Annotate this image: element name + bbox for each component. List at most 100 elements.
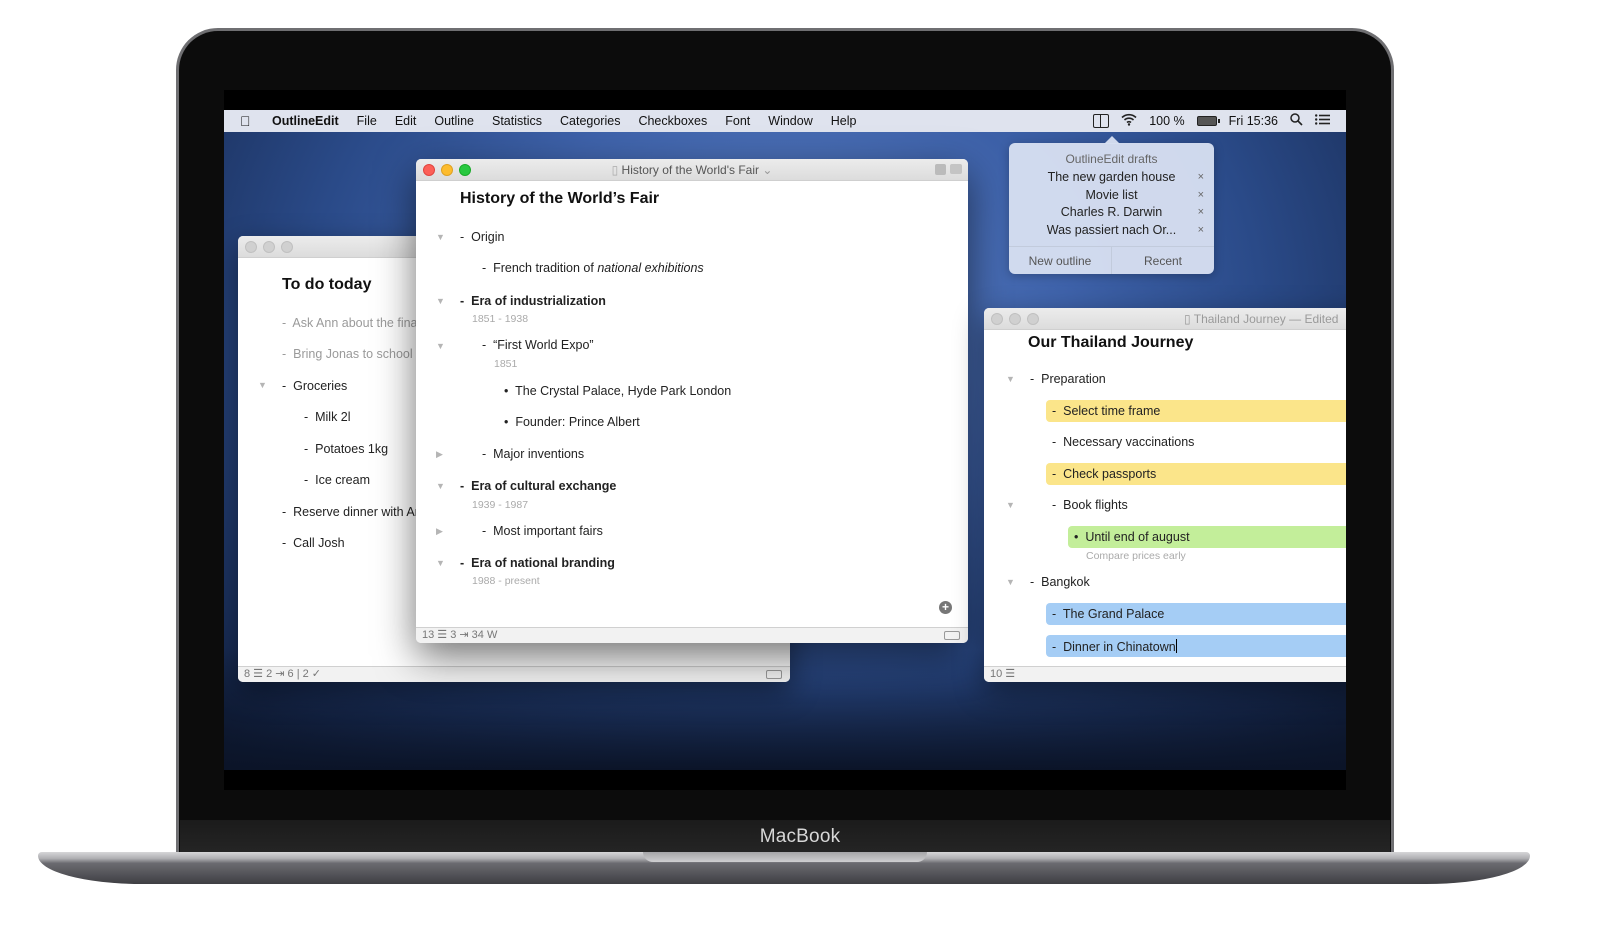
todo-row[interactable]: - Ice cream xyxy=(304,473,370,487)
outline-row[interactable]: - Bangkok xyxy=(1030,575,1090,589)
outline-row[interactable]: - Preparation xyxy=(1030,372,1106,386)
menu-font[interactable]: Font xyxy=(725,114,750,128)
close-icon[interactable]: × xyxy=(1198,204,1204,222)
row-note: 1988 - present xyxy=(472,575,540,587)
todo-row-text: Potatoes 1kg xyxy=(315,442,389,456)
outline-row[interactable]: - Necessary vaccinations xyxy=(1052,435,1194,449)
outline-row[interactable]: - Era of national branding xyxy=(460,556,615,570)
disclosure-triangle-icon[interactable]: ▼ xyxy=(436,481,445,491)
menu-categories[interactable]: Categories xyxy=(560,114,620,128)
outline-row[interactable]: - Origin xyxy=(460,230,504,244)
row-text: Until end of august xyxy=(1085,530,1190,544)
wifi-icon[interactable] xyxy=(1121,113,1137,129)
outline-row[interactable]: - Select time frame xyxy=(1052,404,1160,418)
close-icon[interactable]: × xyxy=(1198,187,1204,205)
drafts-popover: OutlineEdit drafts The new garden house ×… xyxy=(1009,136,1214,274)
todo-row[interactable]: - Reserve dinner with An xyxy=(282,505,422,519)
menu-edit[interactable]: Edit xyxy=(395,114,417,128)
brand-label: MacBook xyxy=(759,826,841,847)
recent-button[interactable]: Recent xyxy=(1112,247,1214,274)
todo-row-text: Groceries xyxy=(293,379,348,393)
row-note: Compare prices early xyxy=(1086,550,1186,562)
battery-icon[interactable] xyxy=(1196,116,1220,126)
draft-item[interactable]: Was passiert nach Or... × xyxy=(1009,222,1214,240)
disclosure-triangle-icon[interactable]: ▼ xyxy=(436,232,445,242)
history-titlebar[interactable]: ▯ History of the World's Fair ⌄ xyxy=(416,159,968,181)
menu-checkboxes[interactable]: Checkboxes xyxy=(638,114,707,128)
row-text: The Grand Palace xyxy=(1062,607,1165,621)
disclosure-triangle-icon[interactable]: ▼ xyxy=(1006,500,1015,510)
todo-row[interactable]: - Potatoes 1kg xyxy=(304,442,388,456)
new-outline-button[interactable]: New outline xyxy=(1009,247,1112,274)
disclosure-triangle-icon[interactable]: ▼ xyxy=(436,341,445,351)
outlineedit-status-icon[interactable] xyxy=(1093,114,1110,128)
todo-row[interactable]: - Ask Ann about the fina xyxy=(282,316,418,330)
outline-row-editing[interactable]: - Dinner in Chinatown xyxy=(1052,639,1177,654)
add-row-icon[interactable]: + xyxy=(939,601,952,614)
row-text: Major inventions xyxy=(493,447,585,461)
zoom-button[interactable] xyxy=(1027,313,1039,325)
outline-row[interactable]: - Era of industrialization xyxy=(460,294,606,308)
row-text: French tradition of xyxy=(493,261,598,275)
disclosure-triangle-icon[interactable]: ▼ xyxy=(258,380,267,390)
todo-row[interactable]: - Bring Jonas to school xyxy=(282,347,413,361)
chevron-down-icon[interactable]: ⌄ xyxy=(759,163,772,177)
menu-window[interactable]: Window xyxy=(768,114,812,128)
window-title-text: History of the World's Fair xyxy=(621,163,759,177)
outline-row[interactable]: - French tradition of national exhibitio… xyxy=(482,261,704,275)
menu-statistics[interactable]: Statistics xyxy=(492,114,542,128)
disclosure-triangle-icon[interactable]: ▼ xyxy=(436,558,445,568)
drafts-badge-icon[interactable] xyxy=(935,164,946,175)
draft-item-label: The new garden house xyxy=(1047,170,1176,184)
keyboard-toggle-button[interactable] xyxy=(944,631,960,640)
draft-item[interactable]: Charles R. Darwin × xyxy=(1009,204,1214,222)
minimize-button[interactable] xyxy=(263,241,275,253)
notification-center-icon[interactable] xyxy=(1315,114,1330,128)
window-title[interactable]: ▯ Thailand Journey — Edited xyxy=(1184,312,1346,326)
disclosure-triangle-right-icon[interactable]: ▶ xyxy=(436,526,443,537)
zoom-button[interactable] xyxy=(281,241,293,253)
clock[interactable]: Fri 15:36 xyxy=(1229,114,1278,128)
menu-outline[interactable]: Outline xyxy=(434,114,474,128)
outline-row[interactable]: - Check passports xyxy=(1052,467,1156,481)
close-button[interactable] xyxy=(991,313,1003,325)
menu-bar:  OutlineEdit File Edit Outline Statisti… xyxy=(224,110,1346,132)
outline-row[interactable]: - “First World Expo” xyxy=(482,338,594,352)
todo-heading: To do today xyxy=(282,276,372,293)
todo-row[interactable]: - Call Josh xyxy=(282,536,345,550)
disclosure-triangle-icon[interactable]: ▼ xyxy=(1006,577,1015,587)
window-title[interactable]: ▯ History of the World's Fair ⌄ xyxy=(416,163,968,177)
outline-row[interactable]: - Era of cultural exchange xyxy=(460,479,616,493)
fullscreen-icon[interactable] xyxy=(950,164,962,174)
outline-row[interactable]: - Book flights xyxy=(1052,498,1128,512)
menu-app-name[interactable]: OutlineEdit xyxy=(272,114,339,128)
apple-menu-icon[interactable]:  xyxy=(240,113,256,129)
outline-row[interactable]: • Founder: Prince Albert xyxy=(504,415,640,429)
row-text: Bangkok xyxy=(1041,575,1090,589)
draft-item[interactable]: Movie list × xyxy=(1009,187,1214,205)
outline-row[interactable]: • Until end of august xyxy=(1074,530,1190,544)
menu-file[interactable]: File xyxy=(357,114,377,128)
row-text: Era of industrialization xyxy=(471,294,606,308)
outline-row[interactable]: • The Crystal Palace, Hyde Park London xyxy=(504,384,731,398)
close-icon[interactable]: × xyxy=(1198,222,1204,240)
close-button[interactable] xyxy=(245,241,257,253)
keyboard-toggle-button[interactable] xyxy=(766,670,782,679)
disclosure-triangle-icon[interactable]: ▼ xyxy=(436,296,445,306)
text-caret xyxy=(1175,639,1177,653)
menu-help[interactable]: Help xyxy=(831,114,857,128)
spotlight-search-icon[interactable] xyxy=(1290,113,1303,129)
thailand-window: ▯ Thailand Journey — Edited Our Thailand… xyxy=(984,308,1346,682)
outline-row[interactable]: - Major inventions xyxy=(482,447,584,461)
thailand-status-text: 10 ☰ xyxy=(990,668,1016,680)
todo-row[interactable]: - Milk 2l xyxy=(304,410,351,424)
thailand-titlebar[interactable]: ▯ Thailand Journey — Edited xyxy=(984,308,1346,330)
disclosure-triangle-right-icon[interactable]: ▶ xyxy=(436,449,443,460)
disclosure-triangle-icon[interactable]: ▼ xyxy=(1006,374,1015,384)
draft-item[interactable]: The new garden house × xyxy=(1009,169,1214,187)
minimize-button[interactable] xyxy=(1009,313,1021,325)
outline-row[interactable]: - Most important fairs xyxy=(482,524,603,538)
close-icon[interactable]: × xyxy=(1198,169,1204,187)
outline-row[interactable]: - The Grand Palace xyxy=(1052,607,1164,621)
todo-row[interactable]: - Groceries xyxy=(282,379,347,393)
